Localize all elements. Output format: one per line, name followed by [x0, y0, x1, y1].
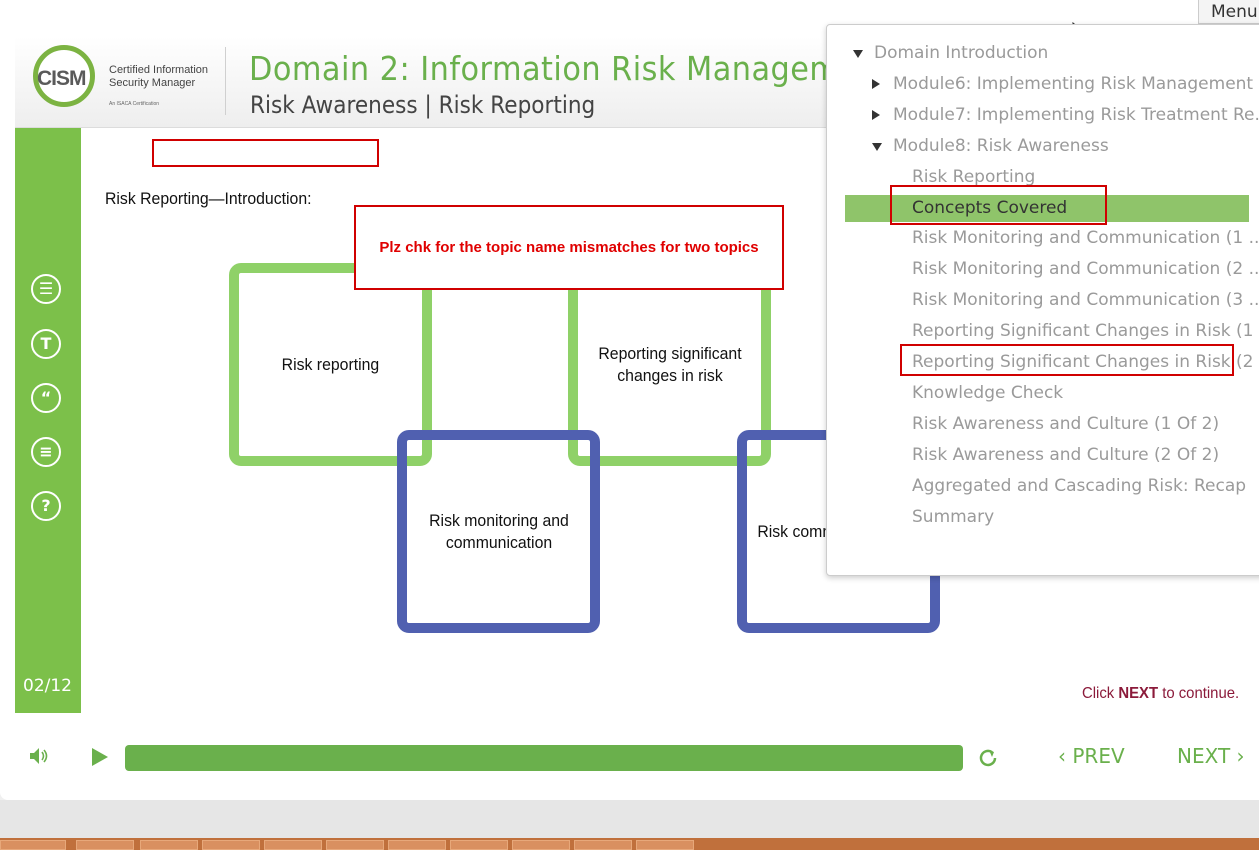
menu-panel: Domain Introduction Module6: Implementing… — [826, 24, 1259, 576]
prev-label: PREV — [1072, 744, 1125, 768]
menu-item[interactable]: Risk Awareness and Culture (1 Of 2) — [827, 411, 1259, 438]
menu-item-label: Risk Awareness and Culture (1 Of 2) — [912, 413, 1220, 434]
play-icon[interactable] — [92, 748, 108, 766]
menu-item[interactable]: Module8: Risk Awareness — [827, 133, 1259, 160]
menu-item[interactable]: Reporting Significant Changes in Risk (1… — [827, 318, 1259, 345]
caret-right-icon[interactable] — [872, 78, 880, 89]
taskbar-app[interactable] — [636, 840, 694, 850]
menu-item[interactable]: Domain Introduction — [827, 40, 1259, 67]
menu-item[interactable]: Module7: Implementing Risk Treatment Re.… — [827, 102, 1259, 129]
menu-item[interactable]: Risk Monitoring and Communication (2 ... — [827, 256, 1259, 283]
menu-item-label: Aggregated and Cascading Risk: Recap — [912, 475, 1247, 496]
menu-item-label: Module8: Risk Awareness — [893, 135, 1109, 156]
notes-icon[interactable]: ☰ — [31, 274, 61, 304]
menu-item-label: Risk Monitoring and Communication (1 ... — [912, 228, 1259, 249]
prev-button[interactable]: ‹ PREV — [1058, 744, 1125, 768]
menu-item[interactable]: Aggregated and Cascading Risk: Recap — [827, 473, 1259, 500]
menu-item-label: Risk Monitoring and Communication (3 ... — [912, 290, 1259, 311]
next-hint-bold: NEXT — [1118, 685, 1159, 702]
annotation-concepts-box — [890, 185, 1107, 225]
caret-down-icon[interactable] — [853, 50, 863, 58]
transcript-icon[interactable]: T — [31, 329, 61, 359]
progress-fill — [125, 745, 963, 771]
menu-item-label: Module6: Implementing Risk Management — [893, 73, 1254, 94]
layers-icon[interactable]: ≡ — [31, 437, 61, 467]
course-header: CISM Certified Information Security Mana… — [15, 37, 890, 128]
logo-abbr: CISM — [37, 67, 86, 90]
concept-label: Risk reporting — [281, 354, 380, 374]
menu-item[interactable]: Risk Monitoring and Communication (3 ... — [827, 287, 1259, 314]
next-hint-suffix: to continue. — [1158, 685, 1240, 702]
header-divider — [225, 47, 226, 115]
chevron-right-icon: › — [1230, 744, 1245, 768]
quote-icon[interactable]: “ — [31, 383, 61, 413]
menu-item-label: Reporting Significant Changes in Risk (1… — [912, 321, 1259, 342]
replay-icon[interactable] — [975, 745, 1001, 771]
menu-item-label: Module7: Implementing Risk Treatment Re.… — [893, 104, 1259, 125]
annotation-callout: Plz chk for the topic name mismatches fo… — [354, 205, 784, 290]
progress-bar[interactable] — [125, 745, 963, 771]
concept-box-monitoring: Risk monitoring and communication — [397, 430, 600, 633]
annotation-changes-box — [900, 344, 1234, 376]
menu-item[interactable]: Risk Monitoring and Communication (1 ... — [827, 225, 1259, 252]
taskbar-app[interactable] — [512, 840, 570, 850]
logo-line2: Security Manager — [109, 77, 196, 89]
caret-right-icon[interactable] — [872, 109, 880, 120]
taskbar-app[interactable] — [202, 840, 260, 850]
taskbar-app[interactable] — [76, 840, 134, 850]
page-subtitle: Risk Awareness | Risk Reporting — [250, 91, 596, 119]
concept-label: Risk monitoring and communication — [428, 510, 569, 552]
next-hint-prefix: Click — [1082, 685, 1119, 702]
menu-item[interactable]: Module6: Implementing Risk Management — [827, 71, 1259, 98]
menu-item-label: Knowledge Check — [912, 382, 1064, 403]
logo-text: Certified Information Security Manager — [109, 64, 209, 90]
menu-item[interactable]: Risk Awareness and Culture (2 Of 2) — [827, 442, 1259, 469]
next-hint: Click NEXT to continue. — [1082, 685, 1239, 703]
taskbar-app[interactable] — [450, 840, 508, 850]
page-counter: 02/12 — [23, 676, 72, 696]
taskbar-app[interactable] — [388, 840, 446, 850]
menu-item-label: Risk Awareness and Culture (2 Of 2) — [912, 444, 1220, 465]
taskbar-app[interactable] — [264, 840, 322, 850]
menu-button[interactable]: Menu — [1198, 0, 1259, 24]
logo-line1: Certified Information — [109, 64, 209, 76]
menu-item[interactable]: Summary — [827, 504, 1259, 531]
menu-item-label: Summary — [912, 506, 995, 527]
taskbar-app[interactable] — [326, 840, 384, 850]
menu-item-label: Risk Monitoring and Communication (2 ... — [912, 259, 1259, 280]
concept-label: Reporting significant changes in risk — [597, 343, 742, 385]
help-icon[interactable]: ? — [31, 491, 61, 521]
menu-item-label: Domain Introduction — [874, 43, 1049, 63]
menu-item[interactable]: Knowledge Check — [827, 380, 1259, 407]
annotation-empty-box — [152, 139, 379, 167]
taskbar-app[interactable] — [140, 840, 198, 850]
taskbar-app[interactable] — [574, 840, 632, 850]
next-label: NEXT — [1177, 744, 1231, 768]
volume-icon[interactable] — [28, 746, 50, 766]
page-title: Domain 2: Information Risk Management — [249, 49, 891, 88]
window-frame — [0, 800, 1259, 838]
logo-sub: An ISACA Certification — [109, 101, 160, 107]
next-button[interactable]: NEXT › — [1177, 744, 1245, 768]
caret-down-icon[interactable] — [872, 142, 882, 151]
taskbar-start[interactable] — [0, 840, 66, 850]
cism-logo: CISM Certified Information Security Mana… — [33, 45, 213, 115]
chevron-left-icon: ‹ — [1058, 744, 1073, 768]
sidebar: ☰ T “ ≡ ? 02/12 — [15, 128, 81, 713]
section-label: Risk Reporting—Introduction: — [105, 189, 312, 208]
